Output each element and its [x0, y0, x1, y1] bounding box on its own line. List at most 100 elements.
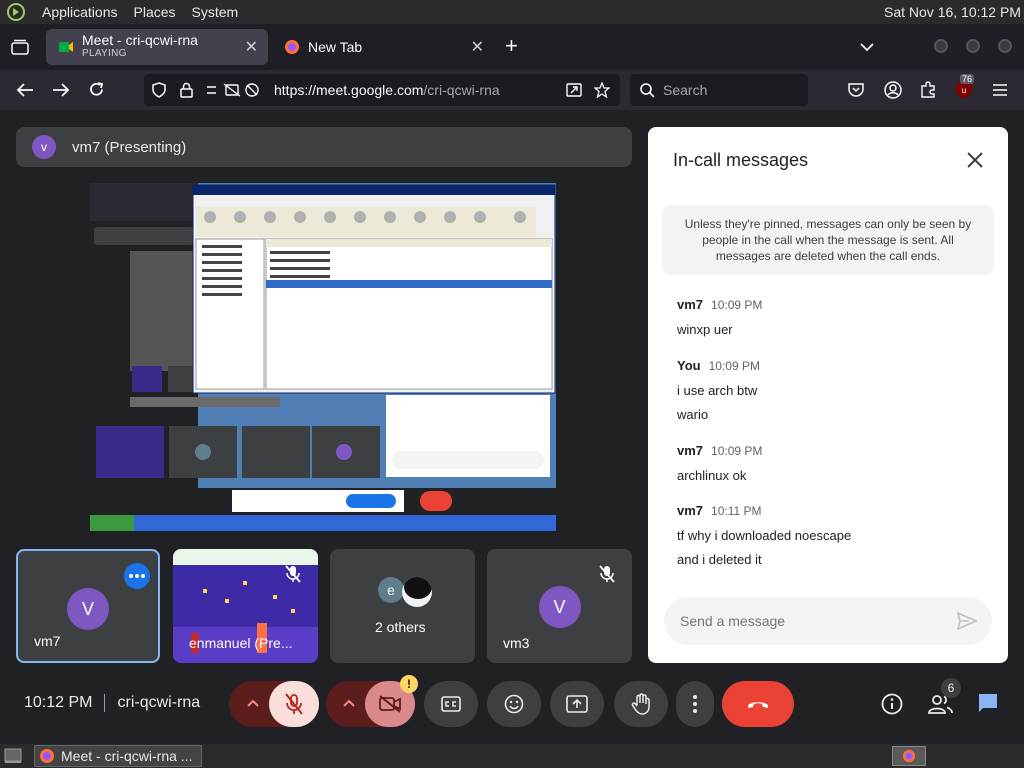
meet-call-area: v vm7 (Presenting) V vm7 enmanuel (Pre..… [0, 110, 1024, 744]
tab-meet-title: Meet - cri-qcwi-rna [82, 32, 198, 48]
shared-screen [90, 183, 556, 531]
tile-avatar: e [378, 577, 404, 603]
tab-new-tab[interactable]: New Tab ✕ [272, 29, 494, 65]
tile-enmanuel[interactable]: enmanuel (Pre... [173, 549, 318, 663]
firefox-icon [285, 40, 299, 54]
message-time: 10:09 PM [708, 359, 760, 373]
message-time: 10:09 PM [711, 298, 763, 312]
message-text: i use arch btw [677, 383, 758, 398]
system-clock[interactable]: Sat Nov 16, 10:12 PM [884, 4, 1024, 20]
muted-mic-icon [599, 565, 615, 583]
presenter-bar: v vm7 (Presenting) [16, 127, 632, 167]
show-desktop-icon[interactable] [4, 748, 22, 764]
new-tab-button[interactable]: + [505, 33, 518, 59]
camera-off-icon [379, 695, 401, 713]
account-icon[interactable] [884, 81, 902, 99]
url-path: /cri-qcwi-rna [423, 82, 500, 98]
tile-vm7[interactable]: V vm7 [16, 549, 160, 663]
tab-overview-icon[interactable] [11, 39, 29, 55]
message-text: winxp uer [677, 322, 733, 337]
message-text: tf why i downloaded noescape [677, 528, 852, 543]
tile-vm3[interactable]: V vm3 [487, 549, 632, 663]
raise-hand-button[interactable] [614, 681, 668, 727]
menu-places[interactable]: Places [134, 4, 176, 20]
search-icon [640, 82, 655, 98]
in-call-messages-panel: In-call messages Unless they're pinned, … [648, 127, 1008, 663]
hang-up-icon [748, 702, 768, 708]
emoji-icon [504, 694, 524, 714]
toggle-mic-button[interactable] [269, 681, 319, 727]
url-text[interactable]: https://meet.google.com/cri-qcwi-rna [274, 82, 500, 98]
meeting-code: cri-qcwi-rna [117, 694, 201, 711]
extensions-puzzle-icon[interactable] [920, 81, 937, 98]
close-window-button[interactable] [998, 39, 1012, 53]
address-bar[interactable]: https://meet.google.com/cri-qcwi-rna [144, 74, 620, 106]
tab-new-tab-title: New Tab [308, 39, 363, 55]
captions-button[interactable] [424, 681, 478, 727]
message-composer [664, 597, 992, 645]
mic-off-icon [285, 693, 303, 715]
tile-more-options-button[interactable] [124, 563, 150, 589]
workspace-switcher[interactable] [892, 746, 926, 766]
search-bar[interactable]: Search [630, 74, 808, 106]
tracking-shield-icon[interactable] [152, 82, 166, 98]
system-taskbar: Meet - cri-qcwi-rna ... [0, 744, 1024, 768]
window-controls [934, 39, 1012, 53]
minimize-window-button[interactable] [934, 39, 948, 53]
more-vertical-icon [693, 695, 697, 713]
meeting-details-icon[interactable] [881, 693, 903, 715]
present-icon [566, 695, 588, 713]
reload-icon[interactable] [88, 81, 105, 98]
leave-call-button[interactable] [722, 681, 794, 727]
audio-options-chevron-icon[interactable] [247, 699, 259, 707]
close-tab-icon[interactable]: ✕ [245, 37, 258, 57]
maximize-window-button[interactable] [966, 39, 980, 53]
taskbar-window-meet[interactable]: Meet - cri-qcwi-rna ... [34, 745, 202, 767]
shared-screen-content [90, 183, 556, 531]
chat-message: You 10:09 PM i use arch btw wario [677, 358, 760, 422]
closed-captions-icon [441, 696, 461, 712]
list-all-tabs-icon[interactable] [860, 42, 874, 52]
participant-tiles: V vm7 enmanuel (Pre... e 2 others V vm3 [16, 549, 632, 663]
browser-tab-strip: Meet - cri-qcwi-rna PLAYING ✕ New Tab ✕ … [0, 24, 1024, 70]
bookmark-star-icon[interactable] [594, 82, 610, 98]
tile-name: enmanuel (Pre... [189, 635, 293, 651]
close-icon[interactable] [966, 151, 984, 169]
more-options-button[interactable] [676, 681, 714, 727]
tile-avatar: V [538, 586, 581, 628]
meeting-time: 10:12 PM [24, 694, 93, 711]
present-screen-button[interactable] [550, 681, 604, 727]
menu-system[interactable]: System [192, 4, 239, 20]
lock-icon[interactable] [180, 82, 193, 98]
meet-favicon-icon [59, 42, 73, 52]
message-text: archlinux ok [677, 468, 747, 483]
tile-name: vm7 [34, 633, 61, 649]
video-options-chevron-icon[interactable] [343, 699, 355, 707]
firefox-icon [40, 749, 54, 763]
tile-others[interactable]: e 2 others [330, 549, 475, 663]
permissions-icon[interactable] [206, 83, 260, 97]
reactions-button[interactable] [487, 681, 541, 727]
message-sender: vm7 [677, 297, 704, 312]
pocket-icon[interactable] [848, 82, 864, 97]
send-icon[interactable] [957, 612, 977, 630]
close-tab-icon[interactable]: ✕ [471, 37, 484, 57]
ublock-badge: 76 [960, 74, 975, 84]
ublock-extension-button[interactable]: u 76 [955, 74, 975, 100]
menu-applications[interactable]: Applications [42, 4, 118, 20]
system-menus: Applications Places System [6, 2, 238, 22]
tab-meet[interactable]: Meet - cri-qcwi-rna PLAYING ✕ [46, 29, 268, 65]
forward-arrow-icon[interactable] [52, 82, 70, 98]
meeting-details: 10:12 PM cri-qcwi-rna [24, 694, 200, 712]
back-arrow-icon[interactable] [16, 82, 34, 98]
screen-share-indicator-icon[interactable] [566, 83, 582, 97]
url-host: https://meet.google.com [274, 82, 424, 98]
dark-avatar-image [404, 577, 432, 599]
send-message-input[interactable] [680, 613, 940, 629]
hamburger-menu-icon[interactable] [992, 83, 1008, 97]
message-text: wario [677, 407, 709, 422]
distro-logo-icon[interactable] [6, 2, 26, 22]
presenter-label: vm7 (Presenting) [72, 138, 187, 156]
people-button[interactable]: 6 [928, 678, 961, 716]
chat-icon[interactable] [977, 692, 999, 714]
